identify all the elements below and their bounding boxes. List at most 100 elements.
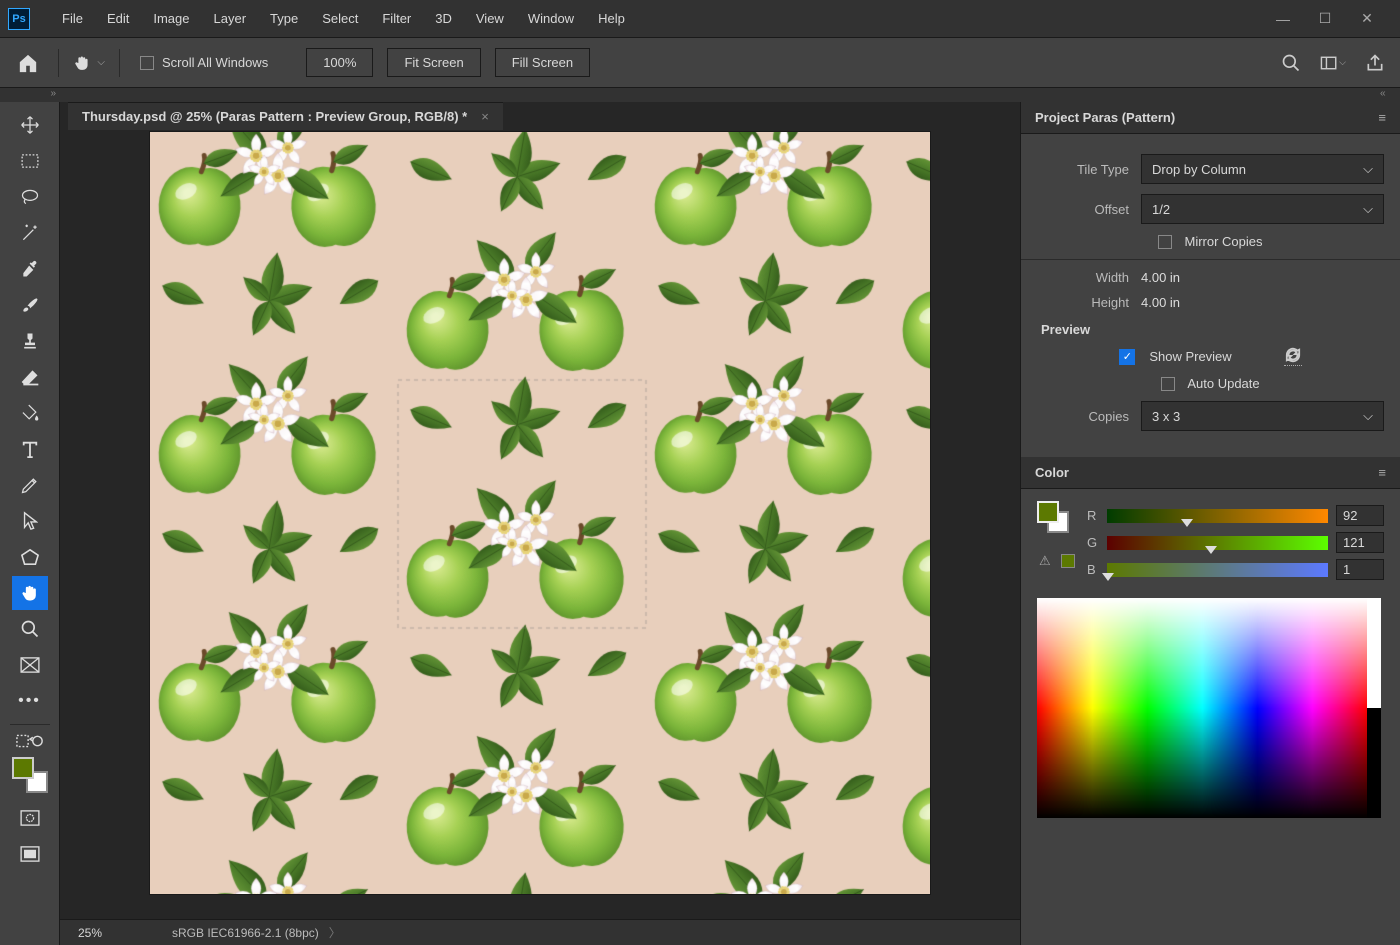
panel-expand-icon[interactable]: « (1380, 88, 1400, 102)
move-tool[interactable] (12, 108, 48, 142)
menu-window[interactable]: Window (516, 5, 586, 32)
eraser-tool[interactable] (12, 360, 48, 394)
height-label: Height (1037, 295, 1129, 310)
copies-label: Copies (1037, 409, 1129, 424)
scroll-all-windows-checkbox[interactable]: Scroll All Windows (140, 55, 268, 70)
status-chevron-icon[interactable]: 〉 (329, 924, 341, 941)
shape-tool[interactable] (12, 540, 48, 574)
menu-view[interactable]: View (464, 5, 516, 32)
document-tab[interactable]: Thursday.psd @ 25% (Paras Pattern : Prev… (68, 102, 503, 130)
lasso-tool[interactable] (12, 180, 48, 214)
height-value[interactable]: 4.00 in (1141, 295, 1180, 310)
status-zoom[interactable]: 25% (60, 926, 160, 940)
show-preview-label: Show Preview (1149, 349, 1231, 364)
refresh-icon[interactable] (1284, 347, 1302, 366)
path-select-tool[interactable] (12, 504, 48, 538)
home-button[interactable] (12, 47, 44, 79)
more-tools[interactable]: ••• (12, 684, 48, 718)
menu-layer[interactable]: Layer (202, 5, 259, 32)
show-preview-checkbox[interactable]: ✓ (1119, 349, 1135, 365)
color-panel-header: Color ≡ (1021, 457, 1400, 489)
panel-menu-icon[interactable]: ≡ (1378, 465, 1386, 480)
g-value[interactable]: 121 (1336, 532, 1384, 553)
r-label: R (1087, 508, 1099, 523)
status-color-profile[interactable]: sRGB IEC61966-2.1 (8bpc) (160, 926, 319, 940)
tools-panel: ••• (0, 102, 60, 945)
zoom-100-button[interactable]: 100% (306, 48, 373, 77)
workspace-switcher-icon[interactable]: ⌵ (1320, 50, 1346, 76)
menu-image[interactable]: Image (141, 5, 201, 32)
gamut-warning-icon[interactable]: ⚠ (1039, 553, 1055, 569)
color-panel-title: Color (1035, 465, 1069, 480)
right-panels: Project Paras (Pattern) ≡ Tile Type Drop… (1020, 102, 1400, 945)
menu-3d[interactable]: 3D (423, 5, 464, 32)
menu-edit[interactable]: Edit (95, 5, 141, 32)
edit-toolbar-icon[interactable] (12, 731, 48, 751)
width-label: Width (1037, 270, 1129, 285)
tile-type-select[interactable]: Drop by Column⌵ (1141, 154, 1384, 184)
fill-screen-button[interactable]: Fill Screen (495, 48, 590, 77)
quick-mask-icon[interactable] (12, 801, 48, 835)
toolbar-expand-icon[interactable]: » (0, 88, 60, 102)
eyedropper-tool[interactable] (12, 252, 48, 286)
gamut-swatch[interactable] (1061, 554, 1075, 568)
chevron-down-icon: ⌵ (1363, 161, 1373, 177)
preview-section-title: Preview (1041, 322, 1384, 337)
maximize-button[interactable]: ☐ (1318, 12, 1332, 26)
tile-type-label: Tile Type (1037, 162, 1129, 177)
b-label: B (1087, 562, 1099, 577)
bucket-tool[interactable] (12, 396, 48, 430)
options-bar: ⌵ Scroll All Windows 100% Fit Screen Fil… (0, 38, 1400, 88)
menu-select[interactable]: Select (310, 5, 370, 32)
hand-tool-icon[interactable]: ⌵ (73, 49, 105, 77)
auto-update-label: Auto Update (1187, 376, 1259, 391)
g-slider[interactable] (1107, 536, 1328, 550)
search-icon[interactable] (1278, 50, 1304, 76)
magic-wand-tool[interactable] (12, 216, 48, 250)
chevron-down-icon: ⌵ (1363, 201, 1373, 217)
zoom-tool[interactable] (12, 612, 48, 646)
menu-help[interactable]: Help (586, 5, 637, 32)
menu-file[interactable]: File (50, 5, 95, 32)
width-value[interactable]: 4.00 in (1141, 270, 1180, 285)
offset-label: Offset (1037, 202, 1129, 217)
canvas-area: Thursday.psd @ 25% (Paras Pattern : Prev… (60, 102, 1020, 945)
pattern-panel-title: Project Paras (Pattern) (1035, 110, 1175, 125)
minimize-button[interactable]: — (1276, 12, 1290, 26)
mirror-copies-checkbox[interactable] (1158, 235, 1172, 249)
pen-tool[interactable] (12, 468, 48, 502)
scroll-all-label: Scroll All Windows (162, 55, 268, 70)
tab-close-icon[interactable]: × (481, 109, 489, 124)
type-tool[interactable] (12, 432, 48, 466)
chevron-down-icon: ⌵ (1363, 408, 1373, 424)
document-canvas[interactable] (150, 132, 930, 894)
r-slider[interactable] (1107, 509, 1328, 523)
color-spectrum[interactable] (1037, 598, 1367, 818)
g-label: G (1087, 535, 1099, 550)
b-slider[interactable] (1107, 563, 1328, 577)
menu-bar: Ps FileEditImageLayerTypeSelectFilter3DV… (0, 0, 1400, 38)
hand-tool[interactable] (12, 576, 48, 610)
color-swatches[interactable] (12, 757, 48, 793)
screen-mode-icon[interactable] (12, 837, 48, 871)
panel-menu-icon[interactable]: ≡ (1378, 110, 1386, 125)
menu-filter[interactable]: Filter (370, 5, 423, 32)
stamp-tool[interactable] (12, 324, 48, 358)
auto-update-checkbox[interactable] (1161, 377, 1175, 391)
color-panel-swatches[interactable] (1037, 501, 1069, 533)
marquee-tool[interactable] (12, 144, 48, 178)
color-fg-swatch[interactable] (1037, 501, 1059, 523)
offset-select[interactable]: 1/2⌵ (1141, 194, 1384, 224)
menu-type[interactable]: Type (258, 5, 310, 32)
mirror-copies-label: Mirror Copies (1184, 234, 1262, 249)
r-value[interactable]: 92 (1336, 505, 1384, 526)
b-value[interactable]: 1 (1336, 559, 1384, 580)
share-icon[interactable] (1362, 50, 1388, 76)
close-button[interactable]: ✕ (1360, 12, 1374, 26)
spectrum-bw-bar[interactable] (1367, 598, 1381, 818)
artboard-tool[interactable] (12, 648, 48, 682)
foreground-swatch[interactable] (12, 757, 34, 779)
brush-tool[interactable] (12, 288, 48, 322)
copies-select[interactable]: 3 x 3⌵ (1141, 401, 1384, 431)
fit-screen-button[interactable]: Fit Screen (387, 48, 480, 77)
